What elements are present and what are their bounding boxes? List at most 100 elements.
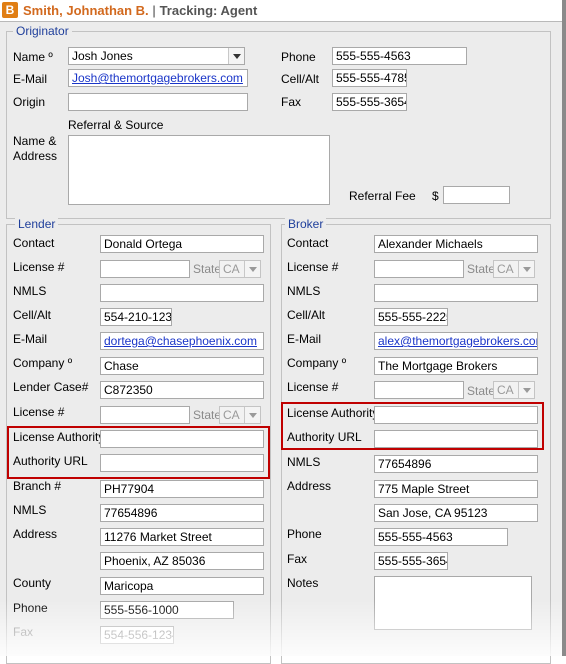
lender-license2-field[interactable] [100,406,190,424]
originator-name-label: Name º [13,50,53,64]
referral-fee-field[interactable] [443,186,510,204]
lender-state2-label: State [193,408,222,422]
lender-nmls2-field[interactable]: 77654896 [100,504,264,522]
originator-cell-field[interactable]: 555-555-4785 [332,69,407,87]
broker-state2-select[interactable]: CA [493,381,535,399]
broker-address-line1-field[interactable]: 775 Maple Street [374,480,538,498]
broker-state-value: CA [497,262,514,276]
lender-phone-label: Phone [13,601,48,615]
lender-license-field[interactable] [100,260,190,278]
lender-authority-url-label: Authority URL [13,454,88,468]
lender-cell-field[interactable]: 554-210-1234 [100,308,172,326]
lender-nmls-field[interactable] [100,284,264,302]
broker-cell-field[interactable]: 555-555-2225 [374,308,448,326]
lender-email-field[interactable]: dortega@chasephoenix.com [100,332,264,350]
broker-license-authority-label: License Authority [287,406,379,420]
broker-fax-field[interactable]: 555-555-3654 [374,552,448,570]
broker-company-field[interactable]: The Mortgage Brokers [374,357,538,375]
broker-authority-url-label: Authority URL [287,430,362,444]
lender-state2-select[interactable]: CA [219,406,261,424]
originator-email-label: E-Mail [13,72,48,86]
broker-contact-label: Contact [287,236,329,250]
originator-phone-label: Phone [281,50,316,64]
lender-license-authority-label: License Authority [13,430,105,444]
broker-license2-label: License # [287,380,339,394]
lender-fax-field[interactable]: 554-556-1234 [100,626,174,644]
broker-notes-label: Notes [287,576,319,590]
lender-state-value: CA [223,262,240,276]
originator-fax-label: Fax [281,95,302,109]
lender-case-field[interactable]: C872350 [100,381,264,399]
lender-case-label: Lender Case# [13,380,89,394]
broker-license-field[interactable] [374,260,464,278]
chevron-down-icon[interactable] [244,261,260,277]
lender-company-field[interactable]: Chase [100,357,264,375]
broker-contact-field[interactable]: Alexander Michaels [374,235,538,253]
lender-cell-label: Cell/Alt [13,308,52,322]
originator-fax-field[interactable]: 555-555-3654 [332,93,407,111]
broker-nmls2-field[interactable]: 77654896 [374,455,538,473]
originator-name-select[interactable]: Josh Jones [68,47,245,65]
broker-license-authority-field[interactable] [374,406,538,424]
broker-state-select[interactable]: CA [493,260,535,278]
broker-company-label: Company º [287,356,347,370]
lender-license-authority-field[interactable] [100,430,264,448]
lender-nmls-label: NMLS [13,284,47,298]
chevron-down-icon[interactable] [518,261,534,277]
lender-address-line1-field[interactable]: 11276 Market Street [100,528,264,546]
lender-address-line2-field[interactable]: Phoenix, AZ 85036 [100,552,264,570]
originator-legend: Originator [13,24,72,38]
lender-contact-field[interactable]: Donald Ortega [100,235,264,253]
originator-origin-field[interactable] [68,93,248,111]
lender-license-label: License # [13,260,65,274]
lender-phone-field[interactable]: 555-556-1000 [100,601,234,619]
lender-legend: Lender [15,217,59,231]
name-address-label: Name & Address [13,134,58,163]
chevron-down-icon[interactable] [518,382,534,398]
chevron-down-icon[interactable] [244,407,260,423]
broker-state2-value: CA [497,383,514,397]
lender-email-label: E-Mail [13,332,48,346]
lender-company-label: Company º [13,356,73,370]
form-panel: Originator Name º Josh Jones E-Mail Josh… [0,22,562,664]
broker-nmls-field[interactable] [374,284,538,302]
broker-address-label: Address [287,479,332,493]
originator-cell-label: Cell/Alt [281,72,320,86]
broker-address-line2-field[interactable]: San Jose, CA 95123 [374,504,538,522]
lender-address-label: Address [13,527,58,541]
lender-branch-label: Branch # [13,479,62,493]
originator-email-field[interactable]: Josh@themortgagebrokers.com [68,69,248,87]
originator-phone-field[interactable]: 555-555-4563 [332,47,467,65]
title-separator: | [152,3,156,18]
broker-legend: Broker [285,217,327,231]
broker-phone-label: Phone [287,527,322,541]
lender-fax-label: Fax [13,625,34,639]
broker-nmls2-label: NMLS [287,455,321,469]
broker-phone-field[interactable]: 555-555-4563 [374,528,508,546]
tracking-label: Tracking: Agent [159,3,258,18]
lender-nmls2-label: NMLS [13,503,47,517]
referral-source-label: Referral & Source [68,118,164,132]
contact-window: B Smith, Johnathan B. | Tracking: Agent … [0,0,566,664]
lender-contact-label: Contact [13,236,55,250]
referral-source-textarea[interactable] [68,135,330,205]
dollar-sign: $ [432,189,439,203]
originator-name-value: Josh Jones [72,49,133,63]
broker-notes-textarea[interactable] [374,576,532,630]
lender-authority-url-field[interactable] [100,454,264,472]
lender-county-field[interactable]: Maricopa [100,577,264,595]
lender-county-label: County [13,576,52,590]
broker-email-label: E-Mail [287,332,322,346]
broker-nmls-label: NMLS [287,284,321,298]
originator-origin-label: Origin [13,95,46,109]
contact-name: Smith, Johnathan B. [23,3,149,18]
app-logo-icon: B [2,2,18,18]
lender-branch-field[interactable]: PH77904 [100,480,264,498]
broker-license-label: License # [287,260,339,274]
chevron-down-icon[interactable] [228,48,244,64]
lender-license2-label: License # [13,405,65,419]
broker-license2-field[interactable] [374,381,464,399]
broker-email-field[interactable]: alex@themortgagebrokers.com [374,332,538,350]
lender-state-select[interactable]: CA [219,260,261,278]
broker-authority-url-field[interactable] [374,430,538,448]
